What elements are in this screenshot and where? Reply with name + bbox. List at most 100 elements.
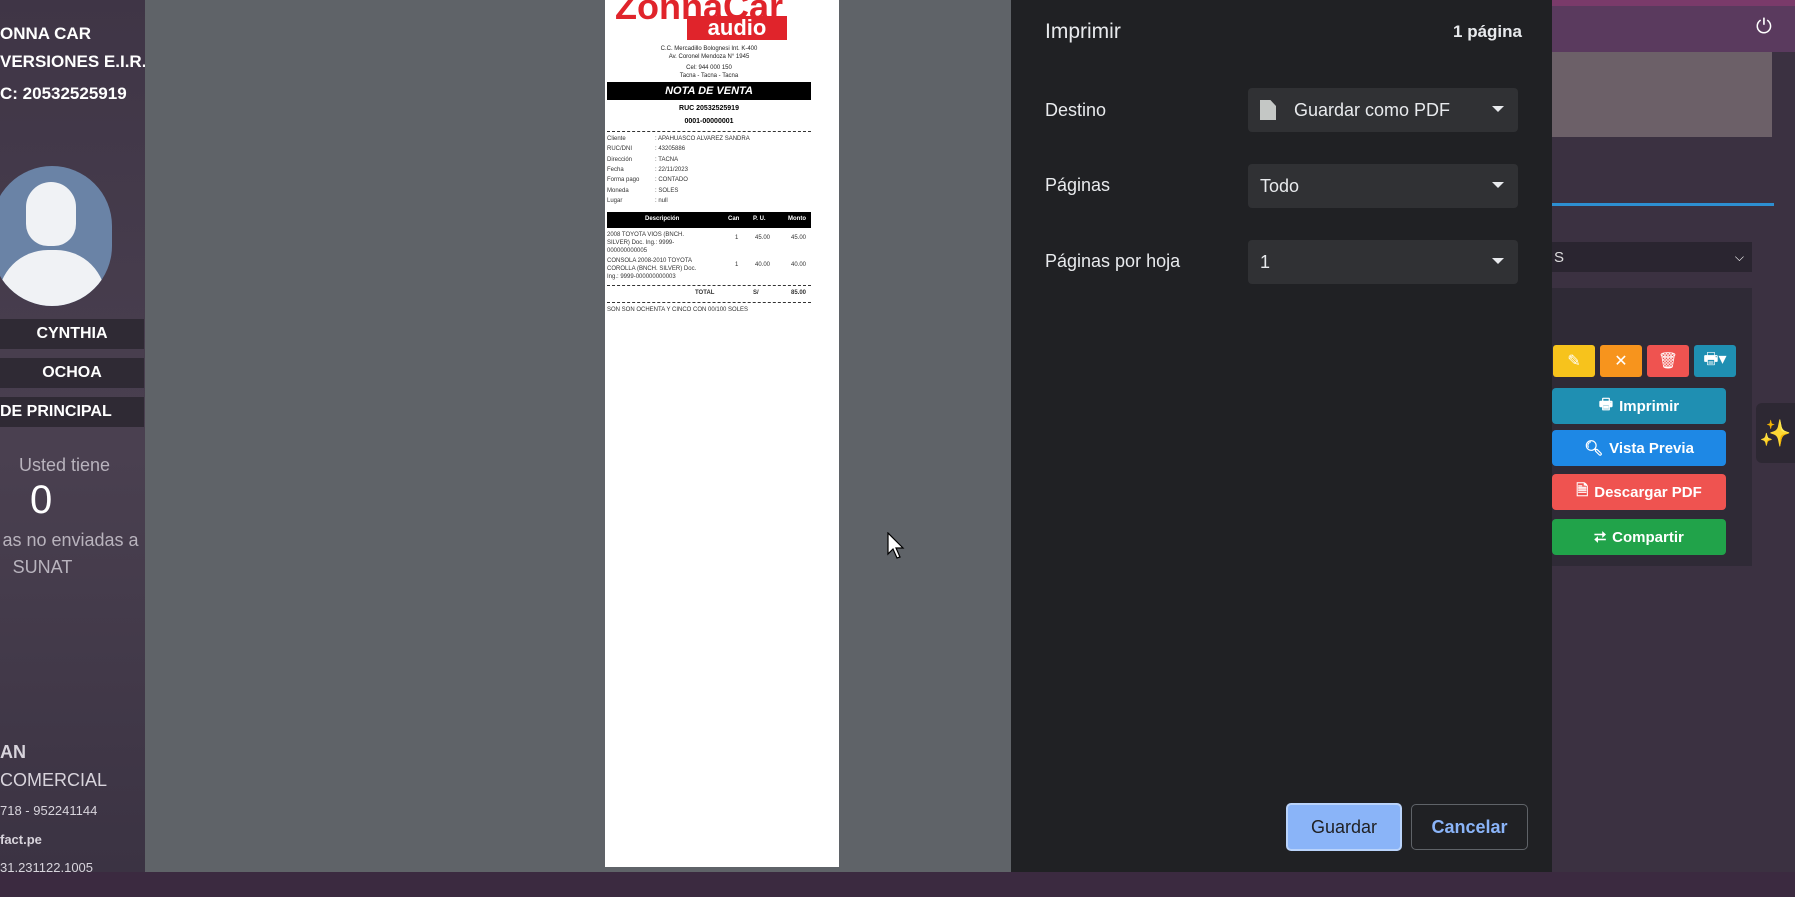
pages-per-sheet-label: Páginas por hoja [1045,251,1181,271]
avatar [0,166,112,306]
company-ruc: C: 20532525919 [0,84,127,103]
menu-preview-label: Vista Previa [1609,439,1694,457]
item-unit-price: 40.00 [755,262,771,268]
receipt-divider [607,131,811,132]
receipt-field-label: Dirección [607,157,633,163]
pdf-file-icon: 🗎 [1576,481,1589,499]
receipt-number: 0001-00000001 [684,118,734,125]
destination-value: Guardar como PDF [1294,99,1451,120]
pending-label-top: Usted tiene [18,455,111,475]
pages-per-sheet-value: 1 [1260,251,1271,272]
pages-select[interactable]: Todo [1248,164,1518,208]
magic-wand-icon[interactable]: ✨ [1756,403,1795,463]
receipt-field-label: RUC/DNI [607,146,632,152]
user-last-name: OCHOA [0,358,144,388]
share-icon: ⮂ [1594,528,1607,546]
receipt-city: Tacna - Tacna - Tacna [679,73,739,79]
receipt-field-value: : CONTADO [655,177,688,183]
printer-icon: 🖶▾ [1703,350,1727,368]
receipt-field-label: Moneda [607,188,629,194]
total-amount: 85.00 [791,290,807,296]
caret-down-icon [1492,258,1504,264]
menu-print-label: Imprimir [1619,397,1680,415]
receipt-doc-title: NOTA DE VENTA [607,82,811,100]
print-dropdown-button[interactable]: 🖶▾ [1694,345,1736,377]
receipt-field-value: : 22/11/2023 [655,167,688,173]
receipt-field-label: Cliente [607,136,626,142]
mouse-cursor-icon [887,532,905,559]
column-header: Descripción [645,216,680,222]
column-header: Can [728,216,740,222]
avatar-head [26,182,76,246]
receipt-field-label: Lugar [607,198,623,204]
menu-print-button[interactable]: 🖶 Imprimir [1552,388,1726,424]
search-icon: 🔍︎ [1584,440,1604,457]
caret-down-icon [1492,182,1504,188]
receipt-field-label: Fecha [607,167,624,173]
delete-button[interactable]: 🗑 [1647,345,1689,377]
cancel-doc-button[interactable]: ✕ [1600,345,1642,377]
branch-name: DE PRINCIPAL [0,397,144,427]
pages-per-sheet-select[interactable]: 1 [1248,240,1518,284]
receipt-field-value: : TACNA [655,157,679,163]
item-qty: 1 [735,235,739,241]
receipt-preview-page: ZonnaCar audio C.C. Mercadillo Bolognesi… [605,0,839,867]
item-desc-line: CONSOLA 2008-2010 TOYOTA [607,258,693,264]
sidebar: ONNA CAR VERSIONES E.I.R. C: 20532525919… [0,0,146,897]
pending-label-mid: as no enviadas a [2,530,139,550]
footer-website[interactable]: fact.pe [0,832,42,847]
item-desc-line: 000000000005 [607,248,648,254]
close-icon: ✕ [1614,353,1628,370]
menu-preview-button[interactable]: 🔍︎ Vista Previa [1552,430,1726,466]
receipt-ruc: RUC 20532525919 [679,105,739,112]
receipt-phone: Cel: 944 000 150 [686,65,732,71]
menu-share-button[interactable]: ⮂ Compartir [1552,519,1726,555]
table-row: CONSOLA 2008-2010 TOYOTA COROLLA (BNCH. … [607,258,811,288]
pencil-icon: ✎ [1567,353,1581,370]
cancel-button[interactable]: Cancelar [1411,804,1528,850]
receipt-field-value: : 43205886 [655,146,686,152]
menu-download-button[interactable]: 🗎 Descargar PDF [1552,474,1726,510]
menu-share-label: Compartir [1612,528,1684,546]
receipt-divider [607,302,811,303]
company-name: ONNA CAR [0,24,91,43]
item-amount: 45.00 [791,235,807,241]
item-desc-line: Ing.: 9999-000000000003 [607,274,676,280]
print-dialog-title: Imprimir [1045,20,1121,43]
total-label: TOTAL [695,290,715,296]
item-amount: 40.00 [791,262,807,268]
print-preview-area: ZonnaCar audio C.C. Mercadillo Bolognesi… [145,0,1011,872]
trash-icon: 🗑 [1657,353,1679,370]
column-header: P. U. [753,216,766,222]
receipt-field-value: : SOLES [655,188,679,194]
background-select[interactable]: S ⌵ [1552,242,1752,272]
receipt-table-header: Descripción Can P. U. Monto [607,212,811,228]
pages-value: Todo [1260,175,1300,196]
user-first-name: CYNTHIA [0,319,144,349]
column-header: Monto [788,216,806,222]
pending-label-bottom: SUNAT [12,557,73,577]
item-qty: 1 [735,262,739,268]
item-desc-line: 2008 TOYOTA VIOS (BNCH. [607,232,685,238]
receipt-field-value: : APAHUASCO ALVAREZ SANDRA [655,136,750,142]
power-icon[interactable]: ⏻ [1756,16,1772,39]
receipt-field-value: : null [655,198,668,204]
total-currency: S/ [753,290,759,296]
receipt-address-2: Av. Coronel Mendoza N° 1945 [668,54,750,60]
destination-select[interactable]: Guardar como PDF [1248,88,1518,132]
receipt-address-1: C.C. Mercadillo Bolognesi Int. K-400 [660,46,758,52]
receipt-field-label: Forma pago [607,177,640,183]
receipt-divider [607,285,811,286]
receipt-total-row: TOTAL S/ 85.00 [607,290,811,300]
destination-label: Destino [1045,100,1107,120]
printer-icon: 🖶 [1598,395,1614,413]
item-desc-line: SILVER) Doc. Ing.: 9999- [607,240,675,246]
bottom-bar [0,872,1795,897]
document-icon [1260,100,1276,120]
edit-button[interactable]: ✎ [1553,345,1595,377]
menu-download-label: Descargar PDF [1594,483,1702,501]
caret-down-icon [1492,106,1504,112]
footer-line-1: AN [0,742,26,762]
avatar-body [0,250,106,306]
save-button[interactable]: Guardar [1286,803,1402,851]
